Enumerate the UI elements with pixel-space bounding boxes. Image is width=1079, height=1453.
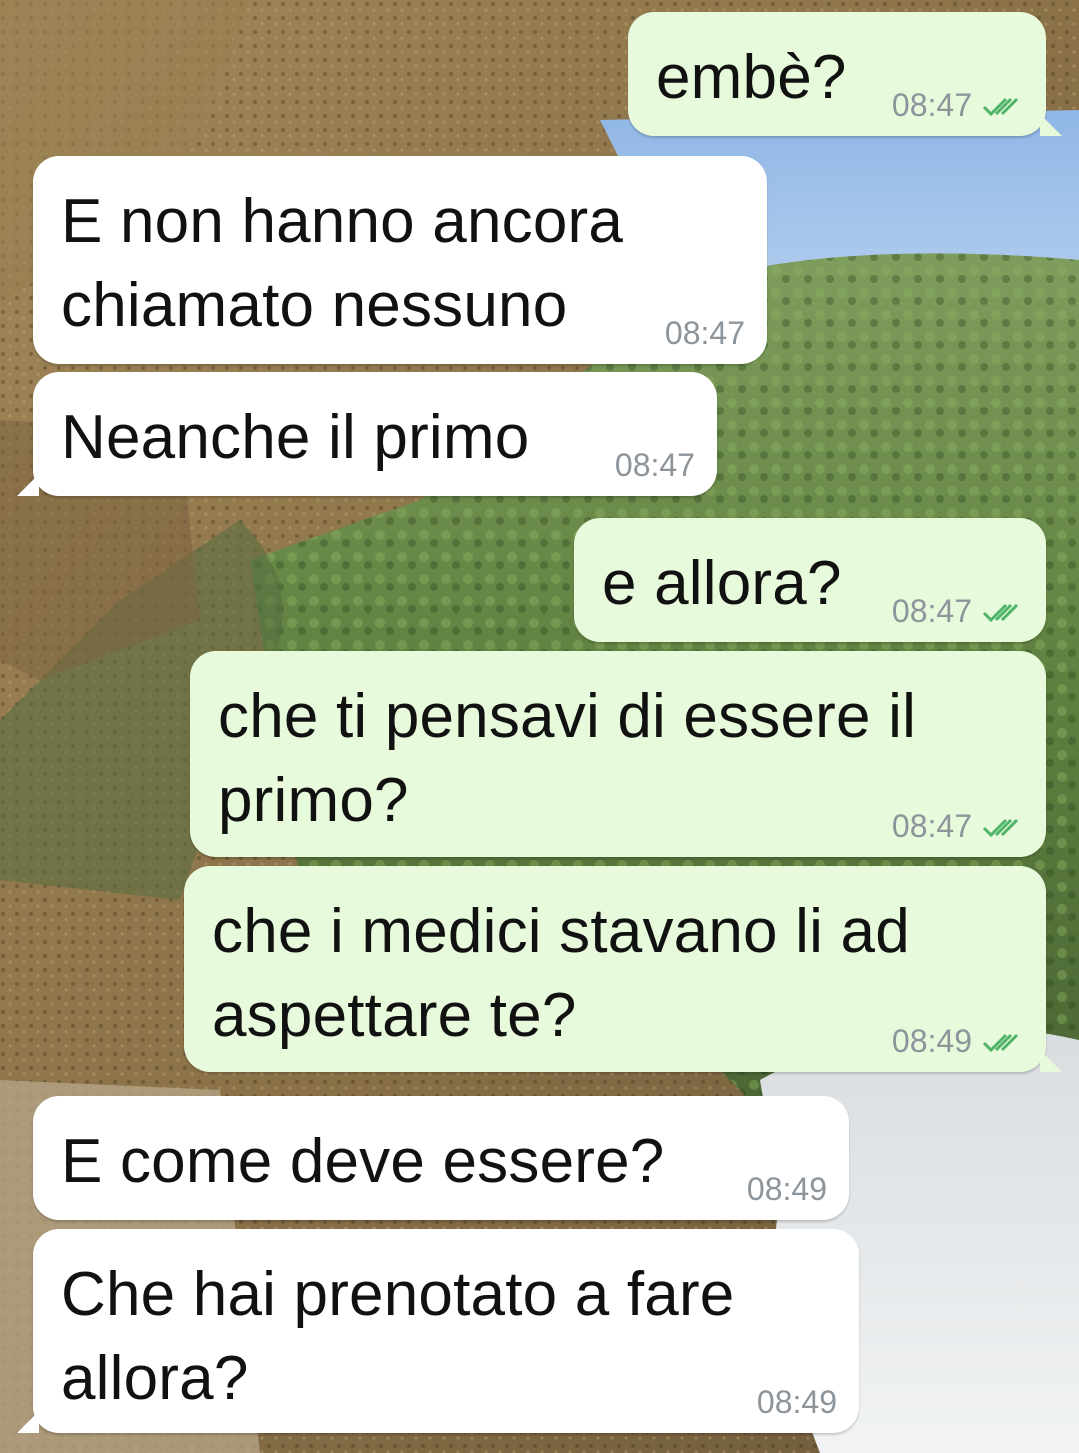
bubble-tail [17,474,39,496]
message-bubble-outgoing[interactable]: embè? 08:47 [628,12,1062,136]
message-time: 08:47 [891,808,972,844]
message-bubble-outgoing[interactable]: e allora? 08:47 [574,518,1046,642]
message-bubble-outgoing[interactable]: che ti pensavi di essere il primo? 08:47 [190,651,1046,857]
message-bubble-outgoing[interactable]: che i medici stavano li ad aspettare te?… [184,866,1062,1072]
message-meta: 08:49 [757,1384,837,1421]
message-meta: 08:47 [892,87,1024,124]
message-meta: 08:47 [892,808,1024,845]
message-time: 08:49 [891,1023,972,1059]
message-time: 08:47 [664,315,745,351]
message-meta: 08:47 [665,315,745,352]
bubble-tail [17,1411,39,1433]
message-bubble-incoming[interactable]: Neanche il primo 08:47 [17,372,717,496]
message-text: E non hanno ancora chiamato nessuno [61,187,624,340]
double-check-icon [982,1033,1019,1052]
message-time: 08:49 [746,1171,827,1207]
message-time: 08:47 [891,593,972,629]
bubble-tail [1040,1050,1062,1072]
message-meta: 08:49 [892,1023,1024,1060]
bubble-tail [1040,114,1062,136]
message-bubble-incoming[interactable]: E non hanno ancora chiamato nessuno 08:4… [33,156,767,364]
double-check-icon [982,818,1019,837]
double-check-icon [982,603,1019,622]
message-time: 08:49 [756,1384,837,1420]
message-time: 08:47 [614,447,695,483]
double-check-icon [982,97,1019,116]
message-bubble-incoming[interactable]: E come deve essere? 08:49 [33,1096,849,1220]
message-text: E come deve essere? [61,1127,665,1196]
message-meta: 08:49 [747,1171,827,1208]
message-time: 08:47 [891,87,972,123]
message-meta: 08:47 [892,593,1024,630]
message-text: Neanche il primo [61,403,530,472]
message-meta: 08:47 [615,447,695,484]
message-bubble-incoming[interactable]: Che hai prenotato a fare allora? 08:49 [17,1229,859,1433]
message-text: Che hai prenotato a fare allora? [61,1260,735,1413]
